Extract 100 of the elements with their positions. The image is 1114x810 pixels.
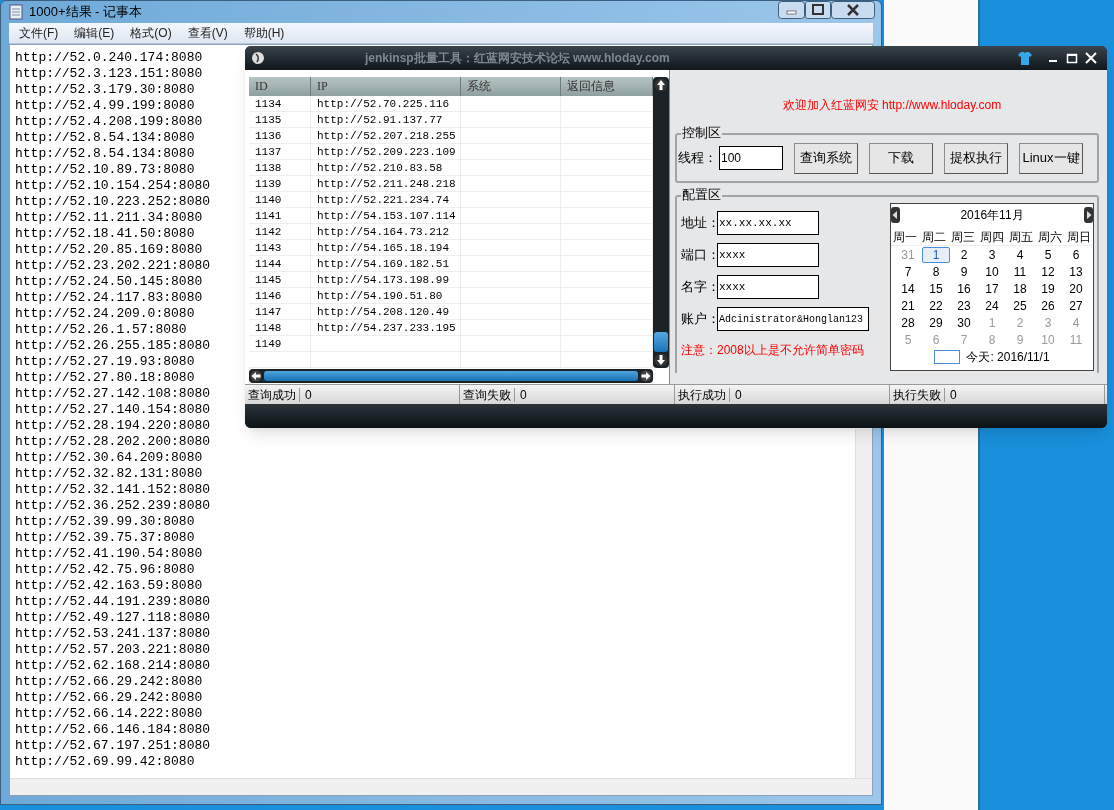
calendar-day[interactable]: 25	[1011, 298, 1029, 313]
action-button[interactable]: 下载	[869, 142, 933, 174]
calendar-day[interactable]: 27	[1067, 298, 1085, 313]
text-line: http://52.62.168.214:8080	[15, 658, 211, 674]
table-cell: 1135	[249, 112, 311, 127]
calendar-day[interactable]: 12	[1039, 264, 1057, 279]
vertical-scrollbar[interactable]	[855, 429, 872, 778]
group-legend: 控制区	[681, 125, 722, 141]
calendar-day[interactable]: 4	[1014, 247, 1026, 262]
calendar-day[interactable]: 14	[899, 281, 917, 296]
notice-text: 注意：2008以上是不允许简单密码	[681, 342, 865, 359]
text-line: http://52.28.194.220:8080	[15, 418, 211, 434]
scroll-thumb[interactable]	[264, 371, 638, 381]
maximize-icon[interactable]	[805, 1, 831, 19]
column-header[interactable]: ID	[249, 77, 311, 96]
table-cell: http://52.221.234.74	[311, 192, 461, 207]
calendar-day[interactable]: 17	[983, 281, 1001, 296]
scroll-right-icon[interactable]	[640, 370, 652, 382]
table-cell: 1141	[249, 208, 311, 223]
field-label: 名字：	[681, 278, 717, 297]
action-button[interactable]: 查询系统	[794, 142, 858, 174]
calendar-day[interactable]: 10	[983, 264, 1001, 279]
table-cell: http://54.173.198.99	[311, 272, 461, 287]
calendar-day[interactable]: 15	[927, 281, 945, 296]
text-input[interactable]: xxxx	[717, 243, 819, 267]
calendar-day[interactable]: 5	[1042, 247, 1054, 262]
calendar-day[interactable]: 28	[899, 315, 917, 330]
calendar-day[interactable]: 9	[958, 264, 970, 279]
table-cell: http://54.165.18.194	[311, 240, 461, 255]
text-line: http://52.8.54.134:8080	[15, 130, 195, 146]
horizontal-scrollbar[interactable]	[10, 778, 872, 795]
field-label: 线程：	[678, 149, 717, 168]
calendar-day[interactable]: 2	[958, 247, 970, 262]
action-button[interactable]: Linux一键	[1019, 142, 1083, 174]
text-line: http://52.44.191.239:8080	[15, 594, 211, 610]
calendar-day[interactable]: 6	[1070, 247, 1082, 262]
shirt-icon[interactable]	[1017, 50, 1033, 66]
status-value: 0	[949, 386, 957, 404]
calendar-day[interactable]: 7	[902, 264, 914, 279]
calendar-day[interactable]: 8	[930, 264, 942, 279]
calendar-day[interactable]: 21	[899, 298, 917, 313]
status-value: 0	[734, 386, 742, 404]
window-title: 1000+结果 - 记事本	[29, 3, 143, 22]
text-input[interactable]: Adcinistrator&Honglan123	[717, 307, 869, 331]
text-line: http://52.27.80.18:8080	[15, 370, 195, 386]
previous-month-icon[interactable]	[891, 207, 900, 223]
menu-item[interactable]: 格式(O)	[130, 24, 172, 42]
text-line: http://52.57.203.221:8080	[15, 642, 211, 658]
group-legend: 配置区	[681, 187, 722, 203]
table-cell: http://52.207.218.255	[311, 128, 461, 143]
menu-item[interactable]: 编辑(E)	[74, 24, 115, 42]
calendar-day[interactable]: 23	[955, 298, 973, 313]
calendar-day[interactable]: 16	[955, 281, 973, 296]
menu-item[interactable]: 帮助(H)	[243, 24, 285, 42]
text-line: http://52.66.14.222:8080	[15, 706, 203, 722]
table-cell: http://54.190.51.80	[311, 288, 461, 303]
scroll-down-icon[interactable]	[654, 353, 668, 367]
next-month-icon[interactable]	[1084, 207, 1093, 223]
column-header[interactable]: IP	[311, 77, 461, 96]
calendar-day[interactable]: 20	[1067, 281, 1085, 296]
text-input[interactable]: xxxx	[717, 275, 819, 299]
text-line: http://52.53.241.137:8080	[15, 626, 211, 642]
table-cell: 1146	[249, 288, 311, 303]
text-line: http://52.4.208.199:8080	[15, 114, 203, 130]
scroll-left-icon[interactable]	[250, 370, 262, 382]
vertical-scrollbar[interactable]	[653, 77, 669, 368]
text-line: http://52.36.252.239:8080	[15, 498, 211, 514]
text-line: http://52.20.85.169:8080	[15, 242, 203, 258]
text-input[interactable]: xx.xx.xx.xx	[717, 211, 819, 235]
text-line: http://52.26.1.57:8080	[15, 322, 187, 338]
menu-item[interactable]: 查看(V)	[187, 24, 228, 42]
calendar-day[interactable]: 3	[986, 247, 998, 262]
calendar-day[interactable]: 1	[922, 246, 950, 263]
calendar-day[interactable]: 29	[927, 315, 945, 330]
calendar[interactable]: 2016年11月 周一 周二 周三 周四 周五 周六 周日 31 1 2 3 4 5 6 7 8 9 10 11 12 13 14 15 16 17 18 19 20 21 22 23 24 25 26 27 28 29 30 1 2 3 4 5 6 7 8 9 10 11 今天: 2016/11/1	[890, 203, 1094, 371]
action-button[interactable]: 提权执行	[944, 142, 1008, 174]
close-icon[interactable]	[831, 1, 875, 19]
calendar-day[interactable]: 11	[1011, 264, 1029, 279]
text-line: http://52.3.123.151:8080	[15, 66, 203, 82]
table-cell: 1140	[249, 192, 311, 207]
status-label: 查询成功	[245, 387, 300, 402]
calendar-day[interactable]: 18	[1011, 281, 1029, 296]
calendar-day[interactable]: 22	[927, 298, 945, 313]
table-cell: 1138	[249, 160, 311, 175]
calendar-day[interactable]: 19	[1039, 281, 1057, 296]
menu-item[interactable]: 文件(F)	[19, 24, 59, 42]
thread-input[interactable]: 100	[719, 146, 783, 170]
horizontal-scrollbar[interactable]	[249, 369, 653, 383]
app-logo-icon	[251, 51, 265, 65]
scroll-thumb[interactable]	[654, 332, 668, 352]
column-header[interactable]: 系统	[461, 77, 561, 96]
calendar-day[interactable]: 30	[955, 315, 973, 330]
calendar-day[interactable]: 26	[1039, 298, 1057, 313]
table-cell: 1136	[249, 128, 311, 143]
today-label[interactable]: 今天: 2016/11/1	[966, 348, 1050, 366]
text-line: http://52.27.140.154:8080	[15, 402, 211, 418]
scroll-up-icon[interactable]	[654, 78, 668, 92]
calendar-day[interactable]: 13	[1067, 264, 1085, 279]
calendar-day[interactable]: 24	[983, 298, 1001, 313]
status-label: 查询失败	[460, 387, 515, 402]
